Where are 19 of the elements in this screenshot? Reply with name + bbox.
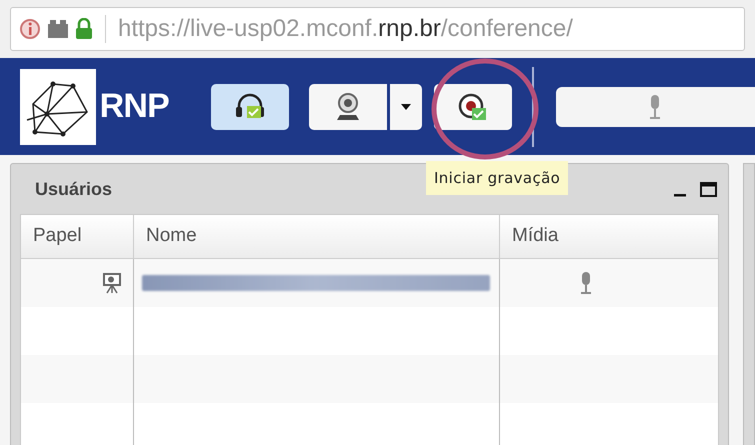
webcam-button[interactable]: [308, 84, 387, 130]
dropdown-button[interactable]: [390, 84, 422, 130]
info-icon[interactable]: [19, 18, 41, 40]
plugin-icon[interactable]: [47, 19, 69, 39]
brand-name: RNP: [100, 86, 169, 127]
column-header[interactable]: Mídia: [512, 222, 558, 251]
microphone-button[interactable]: [556, 86, 755, 126]
column-header[interactable]: Nome: [146, 222, 197, 251]
lock-icon[interactable]: [75, 18, 93, 40]
microphone-icon: [648, 94, 662, 120]
record-button[interactable]: [434, 84, 512, 130]
logo-icon: [20, 68, 96, 144]
tooltip: Iniciar gravação: [426, 161, 568, 195]
headset-button[interactable]: [210, 84, 289, 130]
maximize-icon[interactable]: [700, 182, 718, 196]
panel-title: Usuários: [35, 178, 112, 200]
column-header[interactable]: Papel: [33, 222, 82, 251]
address-bar[interactable]: https://live-usp02.mconf.rnp.br/conference/: [10, 7, 745, 51]
caret-icon: [400, 104, 411, 110]
